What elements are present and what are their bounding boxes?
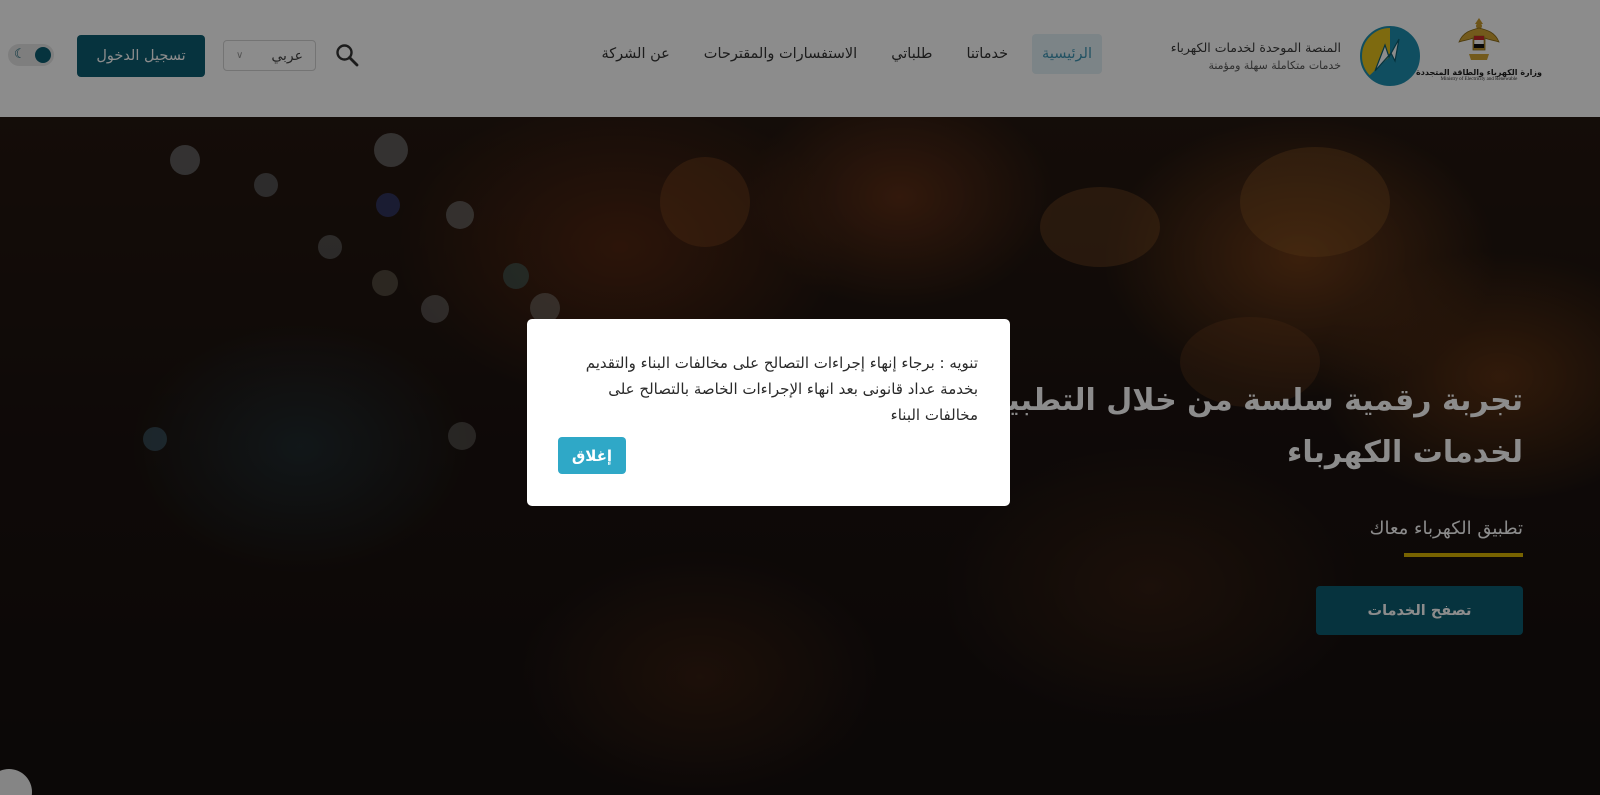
modal-close-button[interactable]: إغلاق — [558, 437, 626, 474]
notice-modal: تنويه : برجاء إنهاء إجراءات التصالح على … — [527, 319, 1010, 506]
modal-message: تنويه : برجاء إنهاء إجراءات التصالح على … — [585, 354, 978, 424]
